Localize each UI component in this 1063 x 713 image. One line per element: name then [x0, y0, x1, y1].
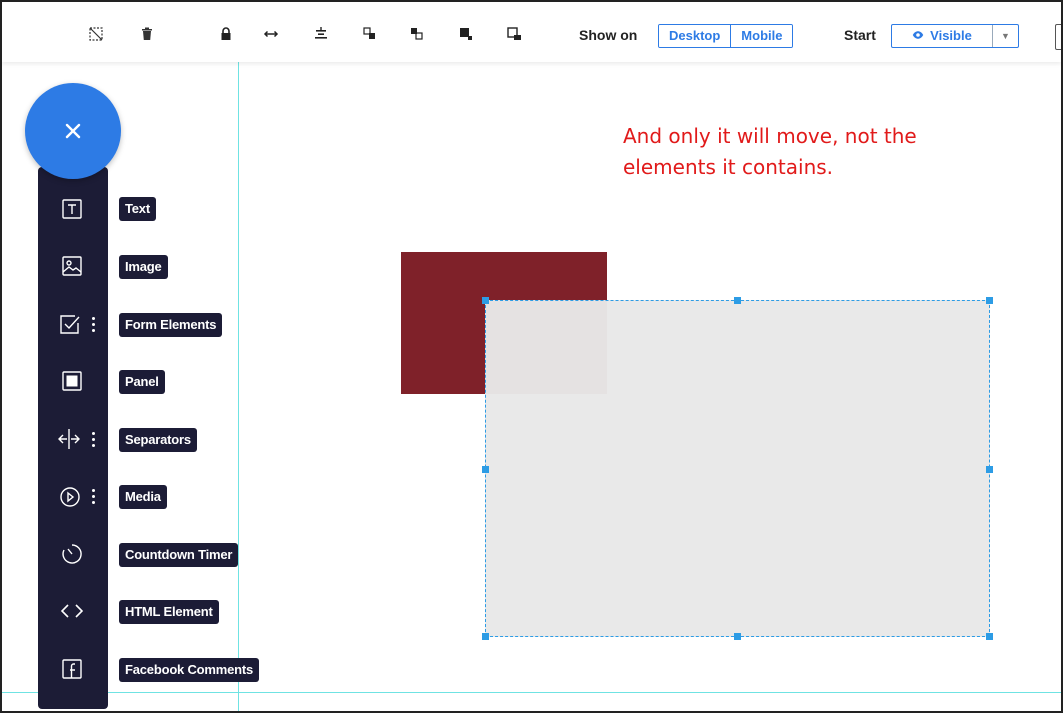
selected-panel[interactable]	[485, 300, 990, 637]
separator-icon[interactable]	[58, 428, 80, 450]
lock-off-icon[interactable]	[88, 26, 104, 42]
mobile-button[interactable]: Mobile	[730, 25, 793, 47]
resize-handle-bottom-right[interactable]	[986, 633, 993, 640]
send-backward-icon[interactable]	[362, 26, 378, 42]
menu-item-form-elements[interactable]: Form Elements	[119, 313, 223, 337]
resize-handle-bottom[interactable]	[734, 633, 741, 640]
more-options-icon[interactable]	[92, 489, 96, 504]
stretch-horizontal-icon[interactable]	[263, 26, 279, 42]
desktop-button[interactable]: Desktop	[659, 25, 731, 47]
annotation-line-1: And only it will move, not the	[623, 124, 917, 148]
menu-item-panel[interactable]: Panel	[119, 370, 165, 394]
close-icon	[65, 123, 81, 139]
visibility-select[interactable]: Visible ▼	[891, 24, 1019, 48]
resize-handle-top-right[interactable]	[986, 297, 993, 304]
eye-icon	[912, 28, 924, 47]
play-icon[interactable]	[59, 486, 81, 508]
timer-icon[interactable]	[61, 543, 83, 565]
bring-forward-icon[interactable]	[409, 26, 425, 42]
resize-handle-bottom-left[interactable]	[482, 633, 489, 640]
text-icon[interactable]	[61, 198, 83, 220]
menu-item-image[interactable]: Image	[119, 255, 168, 279]
panel-icon[interactable]	[61, 370, 83, 392]
more-options-icon[interactable]	[92, 317, 96, 332]
send-to-back-icon[interactable]	[458, 26, 474, 42]
device-toggle: Desktop Mobile	[658, 24, 794, 48]
resize-handle-top-left[interactable]	[482, 297, 489, 304]
checkbox-icon[interactable]	[59, 313, 81, 335]
lock-icon[interactable]	[218, 26, 234, 42]
menu-item-media[interactable]: Media	[119, 485, 167, 509]
menu-item-countdown-timer[interactable]: Countdown Timer	[119, 543, 239, 567]
resize-handle-right[interactable]	[986, 466, 993, 473]
close-add-menu-button[interactable]	[25, 83, 121, 179]
start-label: Start	[844, 27, 876, 43]
vertical-guide-line	[238, 60, 239, 711]
editor-frame: Show on Desktop Mobile Start Visible ▼ A…	[0, 0, 1063, 713]
code-icon[interactable]	[61, 600, 83, 622]
align-center-icon[interactable]	[313, 26, 329, 42]
bring-to-front-icon[interactable]	[506, 26, 522, 42]
menu-item-text[interactable]: Text	[119, 197, 156, 221]
annotation-note: And only it will move, not the elements …	[623, 121, 983, 183]
horizontal-guide-line	[2, 692, 1061, 693]
menu-item-facebook-comments[interactable]: Facebook Comments	[119, 658, 260, 682]
facebook-icon[interactable]	[61, 658, 83, 680]
menu-item-html-element[interactable]: HTML Element	[119, 600, 219, 624]
trash-icon[interactable]	[139, 26, 155, 42]
menu-item-separators[interactable]: Separators	[119, 428, 197, 452]
resize-handle-top[interactable]	[734, 297, 741, 304]
visible-label: Visible	[930, 28, 972, 43]
more-options-icon[interactable]	[92, 432, 96, 447]
chevron-down-icon[interactable]: ▼	[992, 25, 1018, 47]
visible-option[interactable]: Visible	[892, 25, 992, 47]
annotation-line-2: elements it contains.	[623, 155, 834, 179]
image-icon[interactable]	[61, 255, 83, 277]
show-on-label: Show on	[579, 27, 638, 43]
toolbar: Show on Desktop Mobile Start Visible ▼	[2, 2, 1061, 62]
resize-handle-left[interactable]	[482, 466, 489, 473]
toolbar-overflow-button[interactable]	[1055, 24, 1061, 50]
